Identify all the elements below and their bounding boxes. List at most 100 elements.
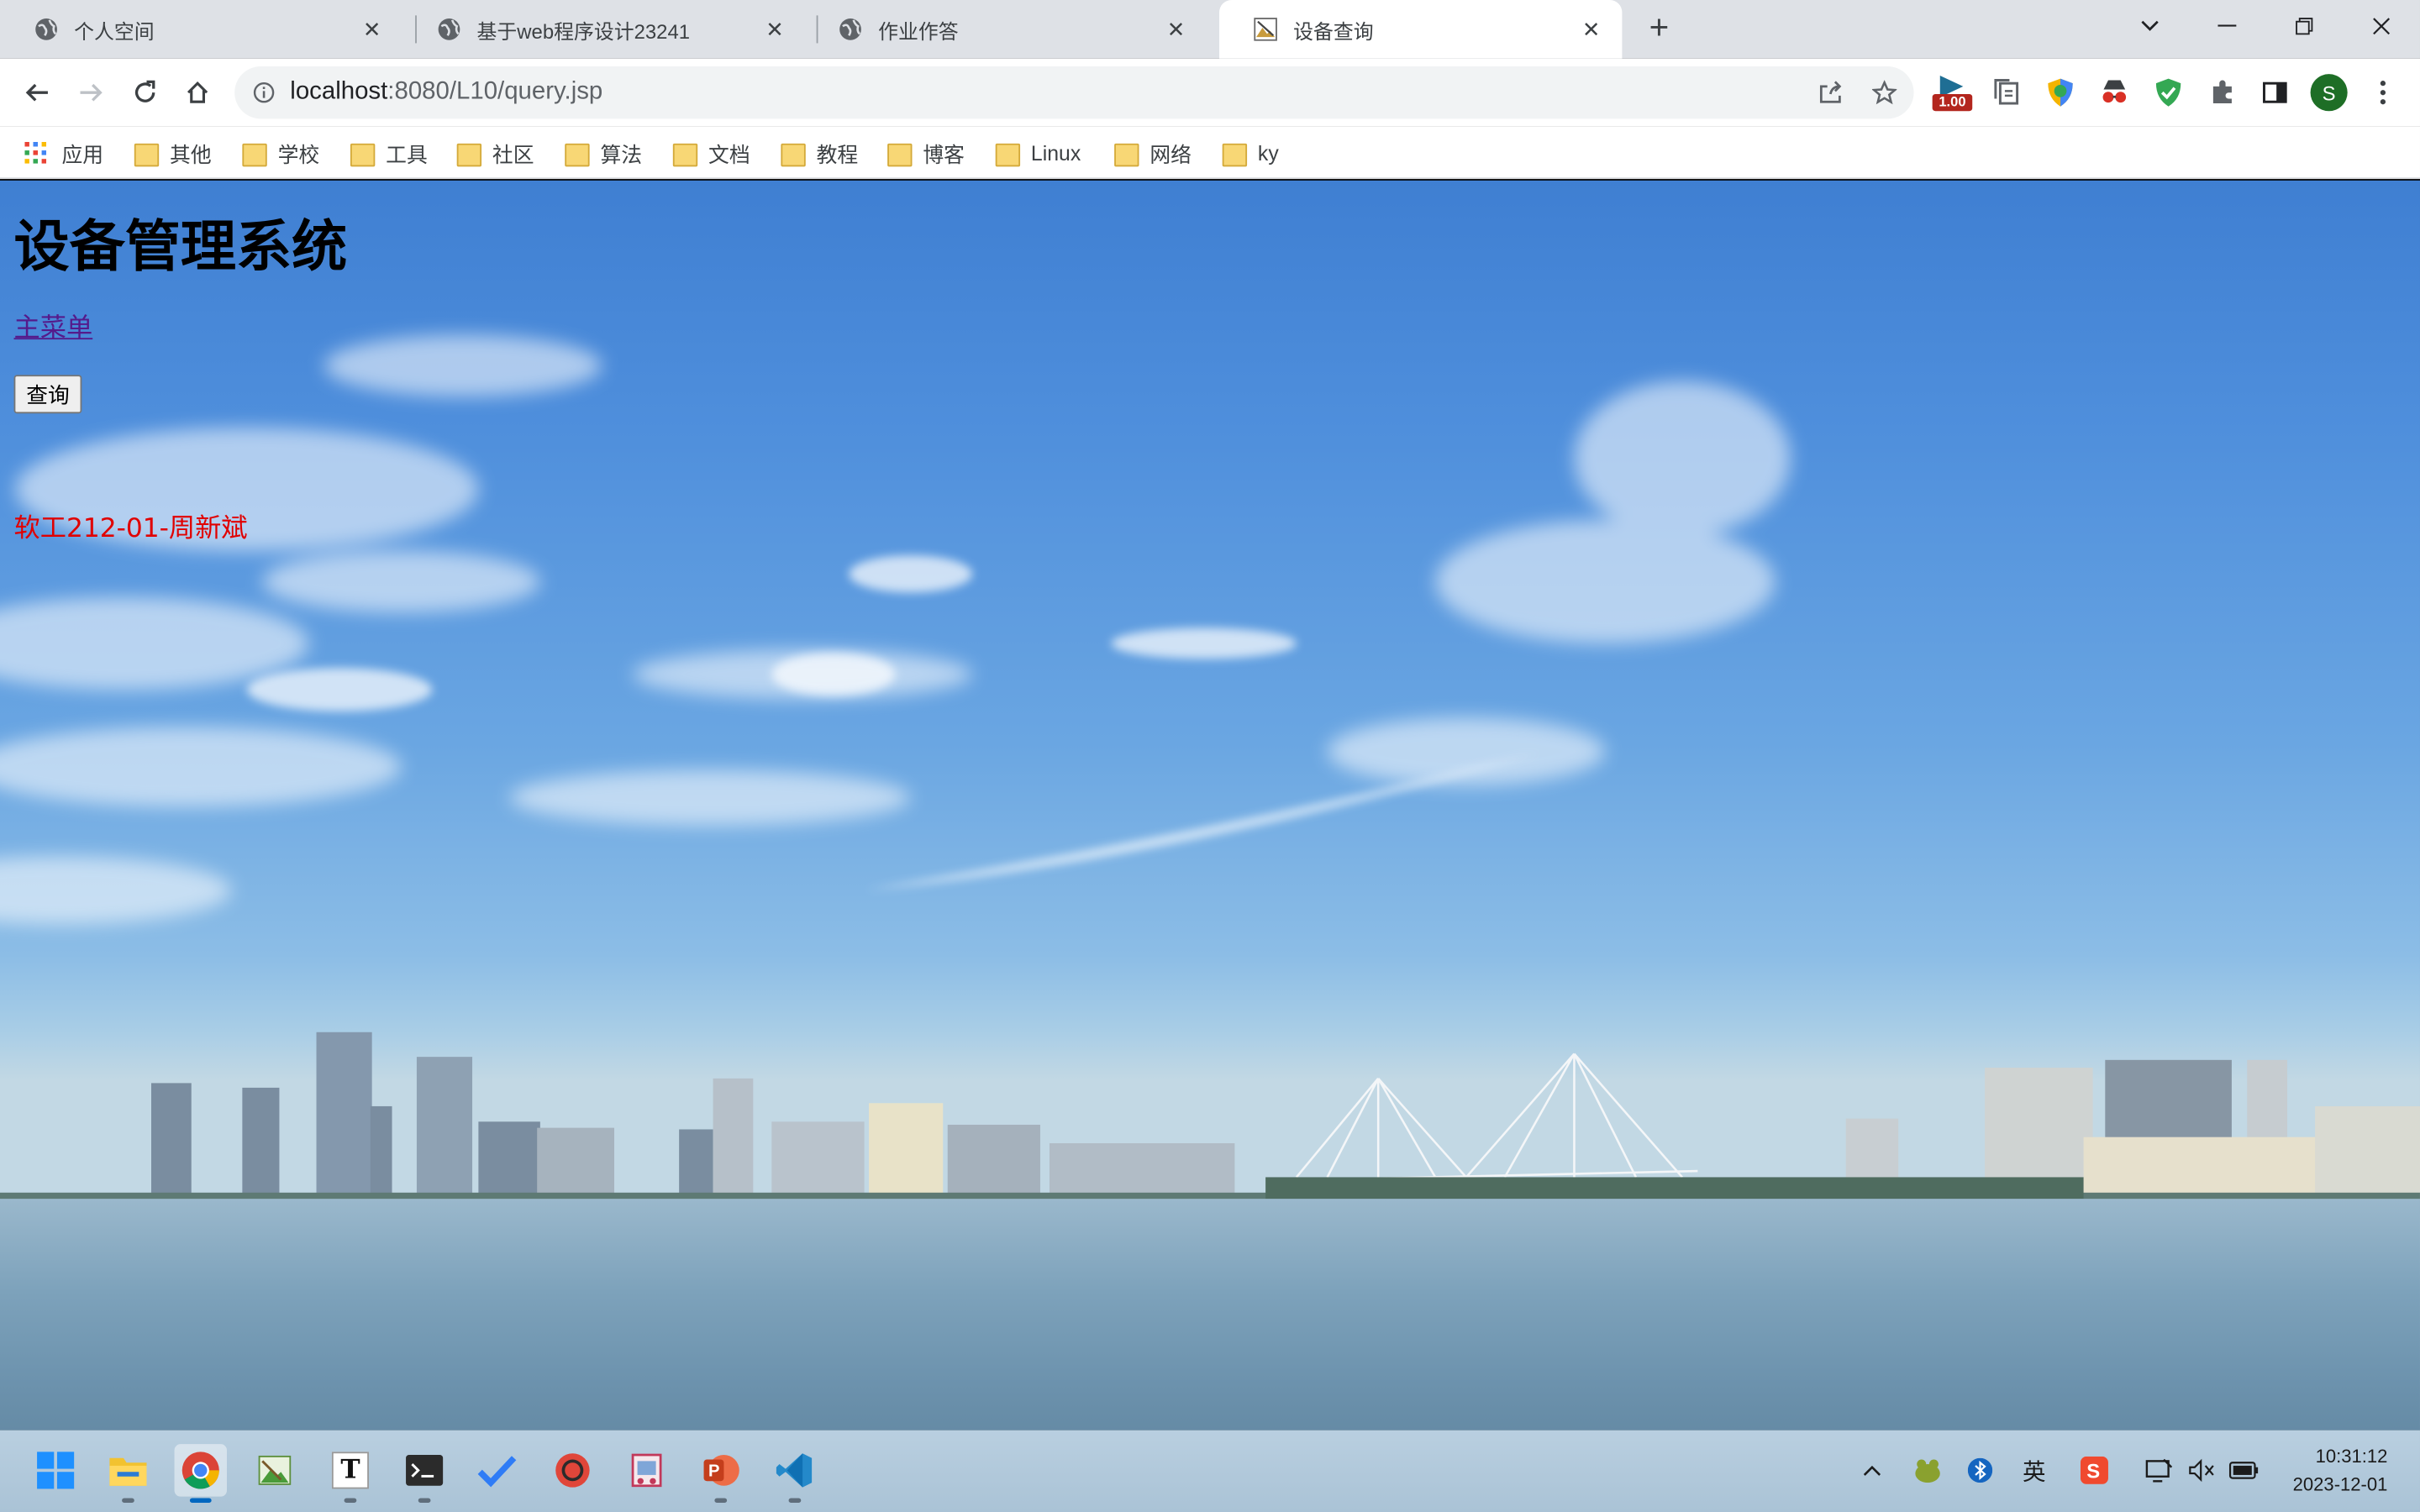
tab-title: 个人空间 <box>74 18 155 43</box>
taskbar-chrome[interactable] <box>174 1444 227 1503</box>
restore-icon <box>2296 18 2313 35</box>
reload-button[interactable] <box>120 68 170 118</box>
record-icon <box>555 1453 590 1488</box>
apps-grid-icon <box>24 141 47 164</box>
tray-bluetooth[interactable] <box>1965 1453 1996 1487</box>
tray-sogou-input[interactable]: S <box>2077 1453 2111 1487</box>
close-tab-icon[interactable]: ✕ <box>762 16 786 41</box>
minimize-button[interactable] <box>2188 0 2265 52</box>
chrome-icon <box>182 1452 219 1489</box>
bookmark-folder[interactable]: 教程 <box>781 137 858 168</box>
taskbar-powerpoint[interactable]: P <box>695 1444 747 1503</box>
folder-icon <box>242 142 267 166</box>
taskbar-image-viewer[interactable] <box>249 1444 301 1496</box>
tray-overflow-button[interactable] <box>1858 1453 1886 1487</box>
tray-volume[interactable] <box>2186 1453 2219 1487</box>
extension-shield-color-button[interactable] <box>2040 72 2081 113</box>
colorful-shield-icon <box>2048 78 2073 107</box>
tab-search-button[interactable] <box>2112 0 2189 52</box>
tray-app-frog[interactable] <box>1911 1453 1944 1487</box>
folder-icon <box>672 142 698 166</box>
address-bar[interactable]: localhost:8080/L10/query.jsp <box>234 66 1914 119</box>
new-tab-button[interactable]: + <box>1640 8 1677 46</box>
taskbar-typora[interactable]: T <box>324 1444 376 1503</box>
bookmark-folder[interactable]: Linux <box>995 137 1081 168</box>
bookmark-star-button[interactable] <box>1863 71 1906 113</box>
back-button[interactable] <box>13 68 62 118</box>
side-panel-button[interactable] <box>2254 72 2295 113</box>
copy-icon <box>1994 79 2019 105</box>
svg-text:P: P <box>708 1462 719 1481</box>
folder-icon <box>781 142 806 166</box>
bookmark-label: ky <box>1257 141 1279 165</box>
bookmark-folder[interactable]: 其他 <box>134 137 212 168</box>
extension-copy-button[interactable] <box>1986 72 2027 113</box>
taskbar-file-explorer[interactable] <box>102 1444 154 1503</box>
close-tab-icon[interactable]: ✕ <box>1579 16 1603 41</box>
folder-icon <box>887 142 913 166</box>
taskbar-recorder[interactable] <box>546 1444 598 1496</box>
powerpoint-icon: P <box>703 1455 739 1486</box>
folder-icon <box>456 142 482 166</box>
bookmark-folder[interactable]: 社区 <box>456 137 534 168</box>
bookmark-label: 算法 <box>600 143 643 167</box>
bookmark-label: 社区 <box>492 143 534 167</box>
close-tab-icon[interactable]: ✕ <box>1164 16 1188 41</box>
bookmark-label: 工具 <box>386 143 428 167</box>
close-window-button[interactable] <box>2343 0 2420 52</box>
bookmark-apps[interactable]: 应用 <box>24 137 103 168</box>
tab-personal-space[interactable]: 个人空间 ✕ <box>0 0 402 59</box>
battery-charging-icon <box>2228 1462 2259 1479</box>
extension-incognito-button[interactable] <box>2094 72 2134 113</box>
home-button[interactable] <box>173 68 223 118</box>
city-skyline-illustration <box>0 1032 2420 1215</box>
bookmark-folder[interactable]: 学校 <box>242 137 319 168</box>
extension-adblock-button[interactable] <box>2149 72 2189 113</box>
taskbar-clock[interactable]: 10:31:12 2023-12-01 <box>2293 1442 2388 1498</box>
forward-button[interactable] <box>66 68 116 118</box>
tray-ime-indicator[interactable]: 英 <box>2016 1453 2053 1487</box>
bookmark-folder[interactable]: 博客 <box>887 137 965 168</box>
vscode-icon <box>776 1453 813 1488</box>
more-vertical-icon <box>2380 81 2386 105</box>
tab-homework[interactable]: 作业作答 ✕ <box>804 0 1207 59</box>
clock-date: 2023-12-01 <box>2292 1473 2388 1495</box>
folder-icon <box>995 142 1021 166</box>
taskbar-snipping-tool[interactable] <box>620 1444 672 1496</box>
tray-network[interactable] <box>2142 1453 2175 1487</box>
author-label: 软工212-01-周新斌 <box>13 513 248 545</box>
taskbar-terminal[interactable] <box>398 1444 450 1503</box>
taskbar-todo[interactable] <box>471 1444 523 1496</box>
windows-logo-icon <box>37 1452 75 1489</box>
bookmark-folder[interactable]: 工具 <box>350 137 428 168</box>
info-icon[interactable] <box>253 81 275 103</box>
page-title: 设备管理系统 <box>13 216 348 280</box>
page-image-icon <box>1254 18 1277 41</box>
extensions-button[interactable] <box>2202 72 2243 113</box>
close-tab-icon[interactable]: ✕ <box>360 16 384 41</box>
bookmark-folder[interactable]: ky <box>1222 137 1279 168</box>
bookmarks-bar: 应用 其他 学校 工具 社区 算法 文档 教程 博客 Linux 网络 ky <box>0 126 2420 180</box>
tab-web-design[interactable]: 基于web程序设计23241 ✕ <box>402 0 805 59</box>
typora-icon: T <box>331 1452 369 1489</box>
share-button[interactable] <box>1809 71 1852 113</box>
bookmark-label: 其他 <box>170 143 212 167</box>
svg-text:S: S <box>2086 1461 2100 1483</box>
folder-icon <box>1114 142 1139 166</box>
query-button[interactable]: 查询 <box>13 375 82 414</box>
side-panel-icon <box>2263 81 2287 103</box>
start-button[interactable] <box>29 1444 82 1496</box>
taskbar-vscode[interactable] <box>769 1444 821 1503</box>
tray-battery[interactable] <box>2226 1453 2263 1487</box>
chrome-menu-button[interactable] <box>2363 72 2403 113</box>
main-menu-link[interactable]: 主菜单 <box>14 306 93 344</box>
bookmark-folder[interactable]: 网络 <box>1114 137 1192 168</box>
running-indicator <box>788 1498 802 1503</box>
bookmark-label: 学校 <box>277 143 320 167</box>
extension-speed-button[interactable]: 1.00 <box>1932 72 1973 113</box>
bookmark-folder[interactable]: 算法 <box>565 137 642 168</box>
restore-button[interactable] <box>2265 0 2343 52</box>
tab-device-query[interactable]: 设备查询 ✕ <box>1219 0 1623 59</box>
profile-avatar[interactable]: S <box>2309 72 2349 113</box>
bookmark-folder[interactable]: 文档 <box>672 137 750 168</box>
